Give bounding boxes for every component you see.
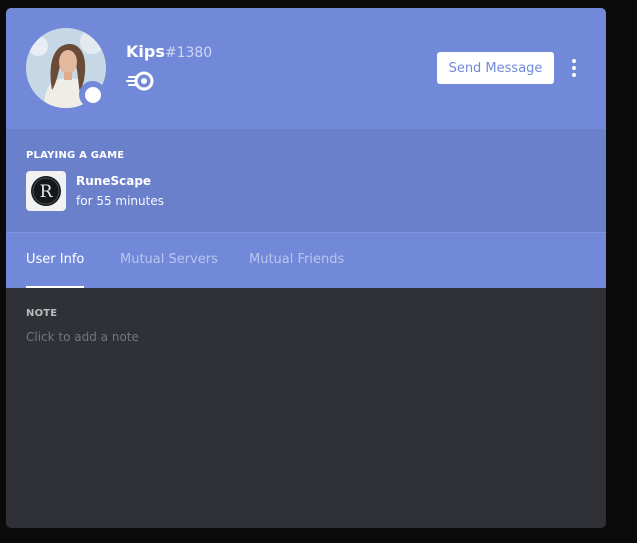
profile-tabs: User Info Mutual Servers Mutual Friends	[6, 232, 606, 288]
username[interactable]: Kips#1380	[126, 42, 212, 63]
nitro-badge-icon[interactable]	[126, 70, 156, 92]
tab-mutual-servers[interactable]: Mutual Servers	[120, 233, 218, 288]
tab-user-info[interactable]: User Info	[26, 233, 85, 288]
user-profile-modal: Kips#1380 Send Message PLAYING A GAME R …	[6, 8, 606, 528]
svg-text:R: R	[40, 182, 54, 202]
send-message-button[interactable]: Send Message	[437, 52, 554, 84]
status-dot	[84, 86, 101, 103]
runescape-logo-icon: R	[26, 171, 66, 211]
username-discriminator: #1380	[164, 45, 213, 61]
game-duration: for 55 minutes	[76, 194, 164, 208]
game-name: RuneScape	[76, 174, 152, 188]
status-indicator	[79, 81, 106, 108]
activity-section: PLAYING A GAME R RuneScape for 55 minute…	[6, 129, 606, 232]
note-input[interactable]: Click to add a note	[26, 330, 586, 348]
profile-header: Kips#1380 Send Message	[6, 8, 606, 129]
note-label: NOTE	[26, 308, 58, 319]
tab-mutual-friends[interactable]: Mutual Friends	[249, 233, 344, 288]
more-options-icon[interactable]	[564, 56, 584, 80]
avatar-container[interactable]	[26, 28, 106, 108]
activity-heading: PLAYING A GAME	[26, 150, 125, 161]
username-name: Kips	[126, 42, 165, 61]
